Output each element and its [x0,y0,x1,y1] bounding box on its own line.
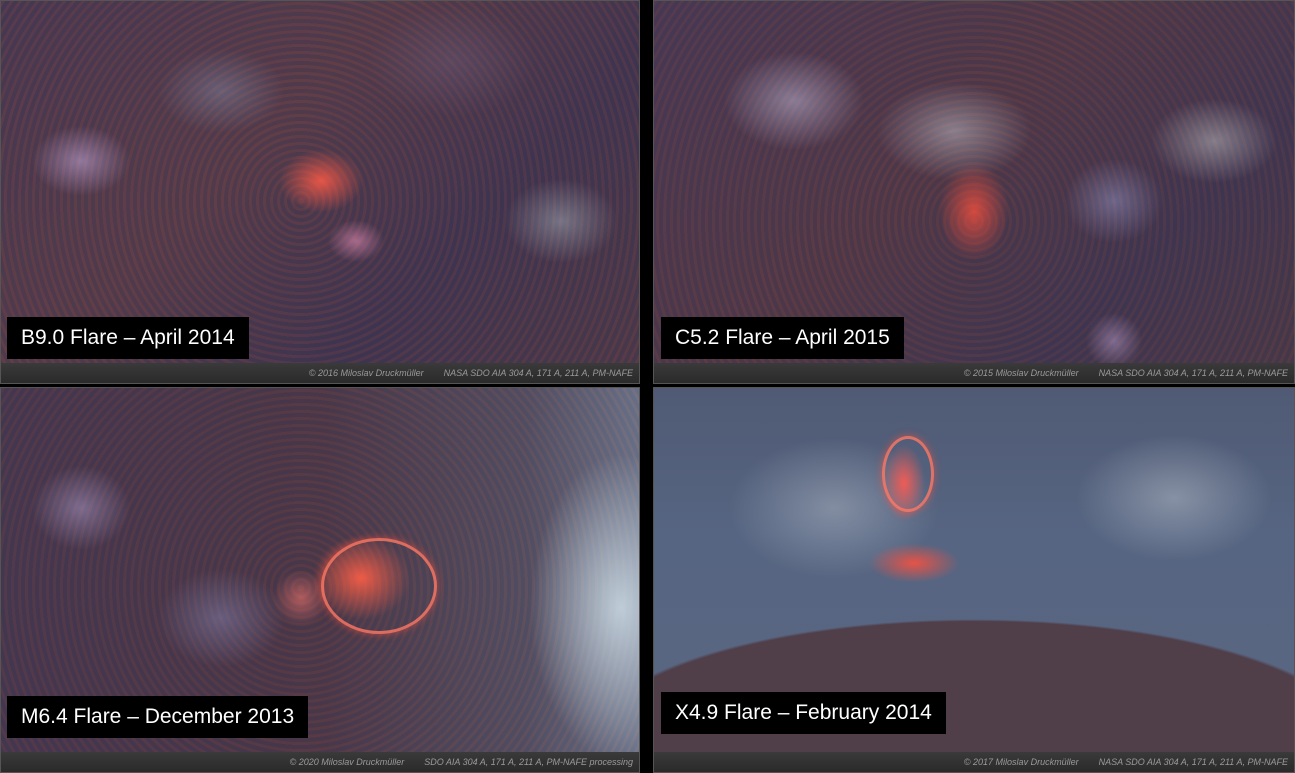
flare-panel-m6: M6.4 Flare – December 2013 © 2020 Milosl… [0,387,640,773]
flare-caption: X4.9 Flare – February 2014 [661,692,946,734]
image-credit-bar: © 2016 Miloslav Druckmüller NASA SDO AIA… [1,363,639,383]
flare-loop-shape [321,538,437,634]
instrument-text: NASA SDO AIA 304 A, 171 A, 211 A, PM-NAF… [1098,757,1288,767]
copyright-text: © 2016 Miloslav Druckmüller [308,368,424,378]
image-credit-bar: © 2015 Miloslav Druckmüller NASA SDO AIA… [654,363,1294,383]
flare-panel-b9: B9.0 Flare – April 2014 © 2016 Miloslav … [0,0,640,384]
solar-flare-image [654,1,1294,363]
flare-caption: B9.0 Flare – April 2014 [7,317,249,359]
copyright-text: © 2020 Miloslav Druckmüller [289,757,405,767]
instrument-text: NASA SDO AIA 304 A, 171 A, 211 A, PM-NAF… [1098,368,1288,378]
flare-panel-c5: C5.2 Flare – April 2015 © 2015 Miloslav … [653,0,1295,384]
prominence-loop-shape [882,436,934,512]
image-credit-bar: © 2020 Miloslav Druckmüller SDO AIA 304 … [1,752,639,772]
flare-caption: M6.4 Flare – December 2013 [7,696,309,738]
flare-panel-x4: X4.9 Flare – February 2014 © 2017 Milosl… [653,387,1295,773]
solar-flare-image [1,1,639,363]
copyright-text: © 2017 Miloslav Druckmüller [963,757,1079,767]
image-credit-bar: © 2017 Miloslav Druckmüller NASA SDO AIA… [654,752,1294,772]
instrument-text: NASA SDO AIA 304 A, 171 A, 211 A, PM-NAF… [443,368,633,378]
copyright-text: © 2015 Miloslav Druckmüller [963,368,1079,378]
flare-caption: C5.2 Flare – April 2015 [661,317,904,359]
instrument-text: SDO AIA 304 A, 171 A, 211 A, PM-NAFE pro… [424,757,633,767]
